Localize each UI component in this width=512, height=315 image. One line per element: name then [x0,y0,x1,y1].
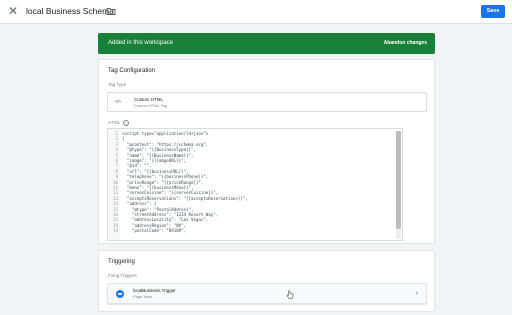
pageview-icon [116,290,124,298]
tag-configuration-card: Tag Configuration Tag Type <> Custom HTM… [98,59,435,244]
code-text: "postalCode": "89109", [122,228,187,234]
pointer-cursor-icon [286,290,294,299]
triggering-card: Triggering Firing Triggers localBusiness… [98,250,435,312]
firing-triggers-label: Firing Triggers [108,273,137,278]
close-icon[interactable]: ✕ [8,4,18,18]
abandon-changes-button[interactable]: Abandon changes [384,39,427,48]
tag-configuration-title: Tag Configuration [108,68,156,74]
tag-name-title[interactable]: local Business Schema [26,5,114,17]
workspace-banner: Added in this workspace Abandon changes [98,33,435,54]
tag-type-subtitle: Custom HTML Tag [134,103,168,108]
code-line: 19 "postalCode": "89109", [108,228,402,233]
html-code-editor[interactable]: 1 <script type="application/ld+json"> 2{3 … [107,128,403,241]
tag-type-label: Tag Type [108,82,127,87]
code-icon: <> [115,99,122,105]
line-number: 19 [113,228,118,234]
trigger-type: Page View [133,294,153,299]
top-bar: ✕ local Business Schema Save [0,0,512,24]
triggering-title: Triggering [108,259,135,265]
folder-icon[interactable] [106,6,116,16]
trigger-row[interactable]: localBusiness Trigger Page View › [107,283,427,304]
banner-text: Added in this workspace [108,40,174,46]
save-button[interactable]: Save [481,5,505,18]
tag-type-selector[interactable]: <> Custom HTML Custom HTML Tag [107,92,427,112]
html-label: HTML [108,120,121,125]
help-icon[interactable]: ? [123,120,129,126]
chevron-right-icon[interactable]: › [416,289,418,298]
